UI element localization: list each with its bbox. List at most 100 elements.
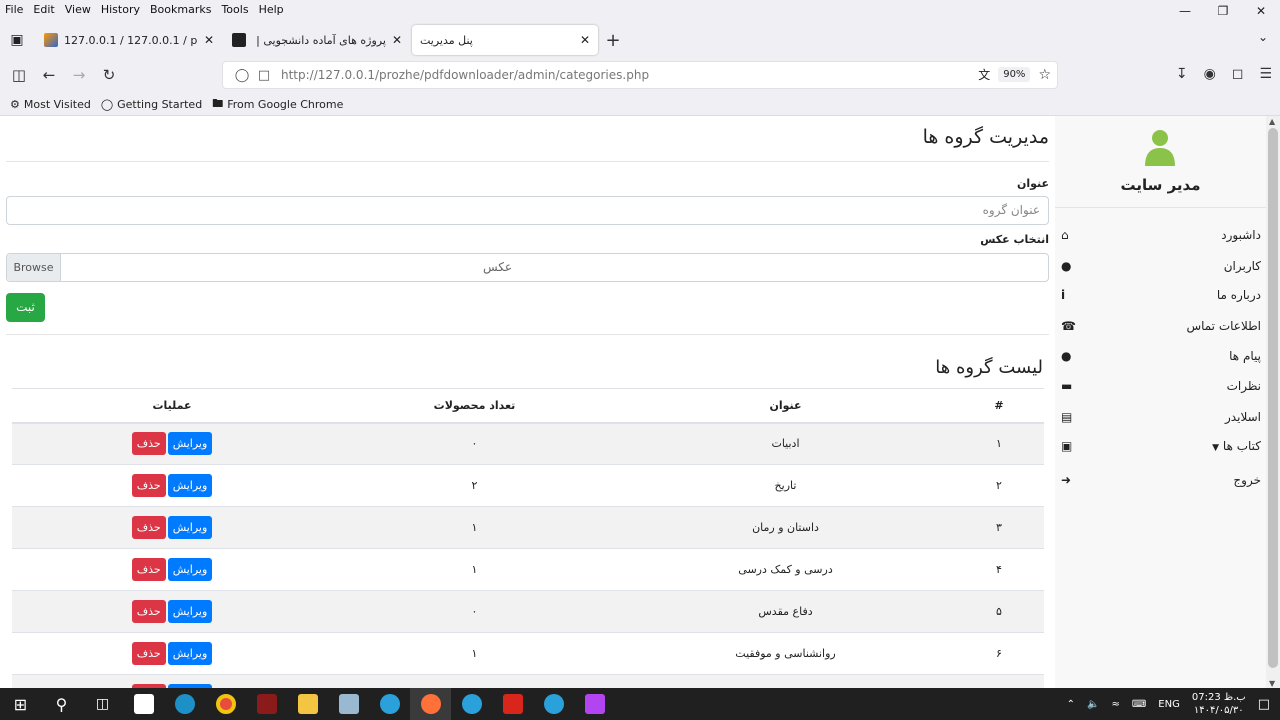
row-title: روانشناسی و موفقیت [617, 632, 954, 675]
new-tab-icon[interactable]: + [598, 30, 628, 51]
tab-admin-panel[interactable]: پنل مدیریت ✕ [412, 25, 598, 55]
bookmark-star-icon[interactable]: ☆ [1038, 67, 1051, 83]
edit-button[interactable]: ویرایش [167, 474, 213, 497]
sidebar-item-comments[interactable]: نظرات ▬ [1055, 375, 1266, 397]
minimize-icon[interactable]: — [1166, 0, 1204, 22]
image-label: انتخاب عکس [980, 233, 1049, 246]
image-file-input[interactable]: عکس Browse [6, 253, 1049, 282]
bookmark-getting-started[interactable]: ◯ Getting Started [101, 98, 202, 111]
scroll-down-icon[interactable]: ▼ [1269, 679, 1275, 688]
chevron-down-icon[interactable]: ⌄ [1258, 30, 1268, 44]
telegram-icon[interactable] [369, 688, 410, 720]
chrome-icon[interactable] [205, 688, 246, 720]
reload-icon[interactable]: ↻ [94, 66, 124, 84]
phpstorm-icon[interactable] [574, 688, 615, 720]
sidebar-item-messages[interactable]: پیام ها ● [1055, 345, 1266, 367]
close-tab-icon[interactable]: ✕ [580, 33, 590, 47]
edit-button[interactable]: ویرایش [167, 516, 213, 539]
extensions-icon[interactable]: ◻ [1232, 66, 1244, 82]
bookmark-most-visited[interactable]: ⚙ Most Visited [10, 98, 91, 111]
sidebar-item-slider[interactable]: اسلایدر ▤ [1055, 406, 1266, 428]
delete-button[interactable]: حذف [131, 516, 166, 539]
acrobat-icon[interactable] [492, 688, 533, 720]
download-icon[interactable]: ↧ [1176, 66, 1188, 82]
edit-button[interactable]: ویرایش [167, 558, 213, 581]
divider [1055, 207, 1266, 208]
sign-out-icon: ➜ [1061, 473, 1072, 487]
delete-button[interactable]: حذف [131, 474, 166, 497]
browse-button[interactable]: Browse [7, 254, 61, 281]
translate-icon[interactable]: 文 [978, 66, 990, 83]
sidebar-toggle-icon[interactable]: ◫ [4, 66, 34, 84]
scroll-up-icon[interactable]: ▲ [1269, 117, 1275, 126]
close-tab-icon[interactable]: ✕ [204, 33, 214, 47]
delete-button[interactable]: حذف [131, 642, 166, 665]
sidebar-item-users[interactable]: کاربران ● [1055, 255, 1266, 277]
sidebar-item-books[interactable]: کتاب ها ▼ ▣ [1055, 435, 1266, 457]
app-menu-icon[interactable]: ☰ [1259, 66, 1272, 82]
account-icon[interactable]: ◉ [1204, 66, 1216, 82]
address-bar[interactable]: ◯ □ http://127.0.0.1/prozhe/pdfdownloade… [222, 61, 1058, 89]
menu-tools[interactable]: Tools [216, 3, 253, 16]
tab-list-icon[interactable]: ▣ [0, 32, 34, 48]
back-icon[interactable]: ← [34, 66, 64, 84]
sidebar-item-dashboard[interactable]: داشبورد ⌂ [1055, 224, 1266, 246]
sidebar-item-contact[interactable]: اطلاعات تماس ☎ [1055, 315, 1266, 337]
page-scrollbar[interactable]: ▲ ▼ [1266, 116, 1280, 688]
windows-start-icon[interactable]: ⊞ [0, 688, 41, 720]
forward-icon[interactable]: → [64, 66, 94, 84]
task-view-icon[interactable]: ◫ [82, 688, 123, 720]
language-indicator[interactable]: ENG [1158, 699, 1180, 710]
row-title: درسی و کمک درسی [617, 548, 954, 591]
scroll-thumb[interactable] [1268, 128, 1278, 668]
app-red-icon[interactable] [246, 688, 287, 720]
firefox-icon[interactable] [410, 688, 451, 720]
keyboard-icon[interactable]: ⌨ [1132, 699, 1146, 710]
edge-icon[interactable] [164, 688, 205, 720]
bookmark-folder-chrome[interactable]: 🖿 From Google Chrome [212, 95, 343, 114]
menu-history[interactable]: History [96, 3, 145, 16]
url-path: /prozhe/pdfdownloader/admin/categories.p… [375, 68, 650, 82]
search-icon[interactable]: ⚲ [41, 688, 82, 720]
menu-file[interactable]: File [0, 3, 28, 16]
notifications-icon[interactable]: □ [1258, 697, 1270, 712]
delete-button[interactable]: حذف [131, 432, 166, 456]
close-window-icon[interactable]: ✕ [1242, 0, 1280, 22]
notepad-icon[interactable] [328, 688, 369, 720]
close-tab-icon[interactable]: ✕ [392, 33, 402, 47]
menu-view[interactable]: View [60, 3, 96, 16]
sidebar-item-label: خروج [1233, 473, 1261, 487]
category-title-input[interactable]: عنوان گروه [6, 196, 1049, 225]
url-text[interactable]: http://127.0.0.1/prozhe/pdfdownloader/ad… [281, 68, 649, 82]
telegram-icon[interactable] [451, 688, 492, 720]
menu-bookmarks[interactable]: Bookmarks [145, 3, 216, 16]
row-actions: ویرایشحذف [12, 422, 332, 465]
tab-projects[interactable]: پروژه های آماده دانشجویی | دانل ✕ [224, 25, 410, 55]
telegram-icon[interactable] [533, 688, 574, 720]
menu-help[interactable]: Help [254, 3, 289, 16]
sidebar-item-logout[interactable]: خروج ➜ [1055, 469, 1266, 491]
gear-icon: ⚙ [10, 97, 20, 111]
chevron-up-icon[interactable]: ⌃ [1067, 699, 1075, 710]
edit-button[interactable]: ویرایش [167, 432, 213, 456]
delete-button[interactable]: حذف [131, 600, 166, 623]
store-icon[interactable] [123, 688, 164, 720]
restore-icon[interactable]: ❐ [1204, 0, 1242, 22]
edit-button[interactable]: ویرایش [167, 642, 213, 665]
tab-phpmyadmin[interactable]: 127.0.0.1 / 127.0.0.1 / pdfdownl ✕ [36, 25, 222, 55]
clock[interactable]: 07:23 ب.ظ ۱۴۰۴/۰۵/۳۰ [1192, 691, 1246, 717]
system-tray: ⌃ 🔈 ≈ ⌨ ENG 07:23 ب.ظ ۱۴۰۴/۰۵/۳۰ □ [1067, 688, 1280, 720]
edit-button[interactable]: ویرایش [167, 600, 213, 623]
sidebar-item-about[interactable]: درباره ما i [1055, 284, 1266, 306]
zoom-level[interactable]: 90% [998, 67, 1031, 82]
menu-edit[interactable]: Edit [28, 3, 59, 16]
delete-button[interactable]: حذف [131, 558, 166, 581]
submit-button[interactable]: ثبت [6, 293, 45, 322]
volume-icon[interactable]: 🔈 [1087, 699, 1099, 710]
table-row: ویرایشحذف [12, 674, 1044, 688]
file-explorer-icon[interactable] [287, 688, 328, 720]
row-actions: ویرایشحذف [12, 548, 332, 591]
wifi-icon[interactable]: ≈ [1111, 699, 1119, 710]
globe-icon: ◯ [100, 97, 114, 111]
shield-icon[interactable]: ◯ [231, 68, 253, 83]
